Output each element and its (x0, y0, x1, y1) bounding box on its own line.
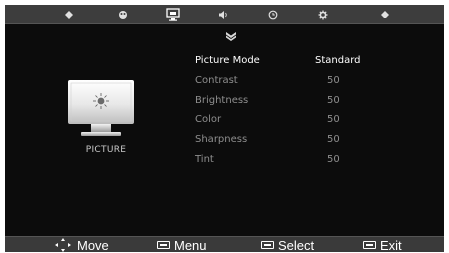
hint-exit: Exit (363, 237, 402, 252)
exit-key-icon (363, 241, 376, 249)
directional-arrows-icon (55, 238, 71, 252)
hint-menu-label: Menu (174, 237, 207, 253)
tab-color[interactable] (113, 7, 133, 22)
setting-contrast[interactable]: Contrast 50 (195, 75, 395, 89)
clock-icon (268, 10, 278, 19)
tab-time[interactable] (263, 7, 283, 22)
hint-move-label: Move (77, 237, 109, 253)
gear-icon (318, 10, 328, 19)
setting-name: Tint (195, 154, 214, 165)
setting-name: Brightness (195, 95, 249, 106)
tab-picture[interactable] (163, 7, 183, 22)
lock-icon (381, 10, 389, 18)
setting-name: Picture Mode (195, 55, 260, 66)
setting-value: 50 (327, 154, 340, 165)
setting-sharpness[interactable]: Sharpness 50 (195, 134, 395, 148)
hint-menu: Menu (157, 237, 207, 252)
tv-menu-screen: PICTURE Picture Mode Standard Contrast 5… (5, 5, 444, 252)
setting-brightness[interactable]: Brightness 50 (195, 95, 395, 109)
hint-exit-label: Exit (380, 237, 402, 253)
picture-monitor-icon (166, 8, 180, 21)
hint-select: Select (261, 237, 314, 252)
ok-key-icon (261, 241, 274, 249)
setting-value: 50 (327, 134, 340, 145)
setting-value: 50 (327, 114, 340, 125)
setting-value: Standard (315, 55, 361, 66)
hint-bar: Move Menu Select Exit (5, 236, 444, 252)
setting-value: 50 (327, 75, 340, 86)
tab-channel[interactable] (59, 7, 79, 22)
setting-picture-mode[interactable]: Picture Mode Standard (195, 55, 395, 69)
hint-select-label: Select (278, 237, 315, 253)
palette-icon (119, 10, 127, 19)
chevron-down-icon (226, 32, 236, 41)
tab-sound[interactable] (213, 7, 233, 22)
speaker-icon (219, 10, 227, 19)
setting-value: 50 (327, 95, 340, 106)
menu-key-icon (157, 241, 170, 249)
setting-tint[interactable]: Tint 50 (195, 154, 395, 168)
setting-color[interactable]: Color 50 (195, 114, 395, 128)
setting-name: Sharpness (195, 134, 248, 145)
channel-icon (65, 10, 73, 19)
tab-lock[interactable] (375, 7, 395, 22)
hint-move: Move (53, 237, 109, 252)
tab-setup[interactable] (313, 7, 333, 22)
menu-tab-bar (5, 5, 444, 24)
setting-name: Contrast (195, 75, 238, 86)
setting-name: Color (195, 114, 222, 125)
picture-monitor-sun-icon (68, 80, 134, 136)
section-label: PICTURE (85, 145, 127, 155)
